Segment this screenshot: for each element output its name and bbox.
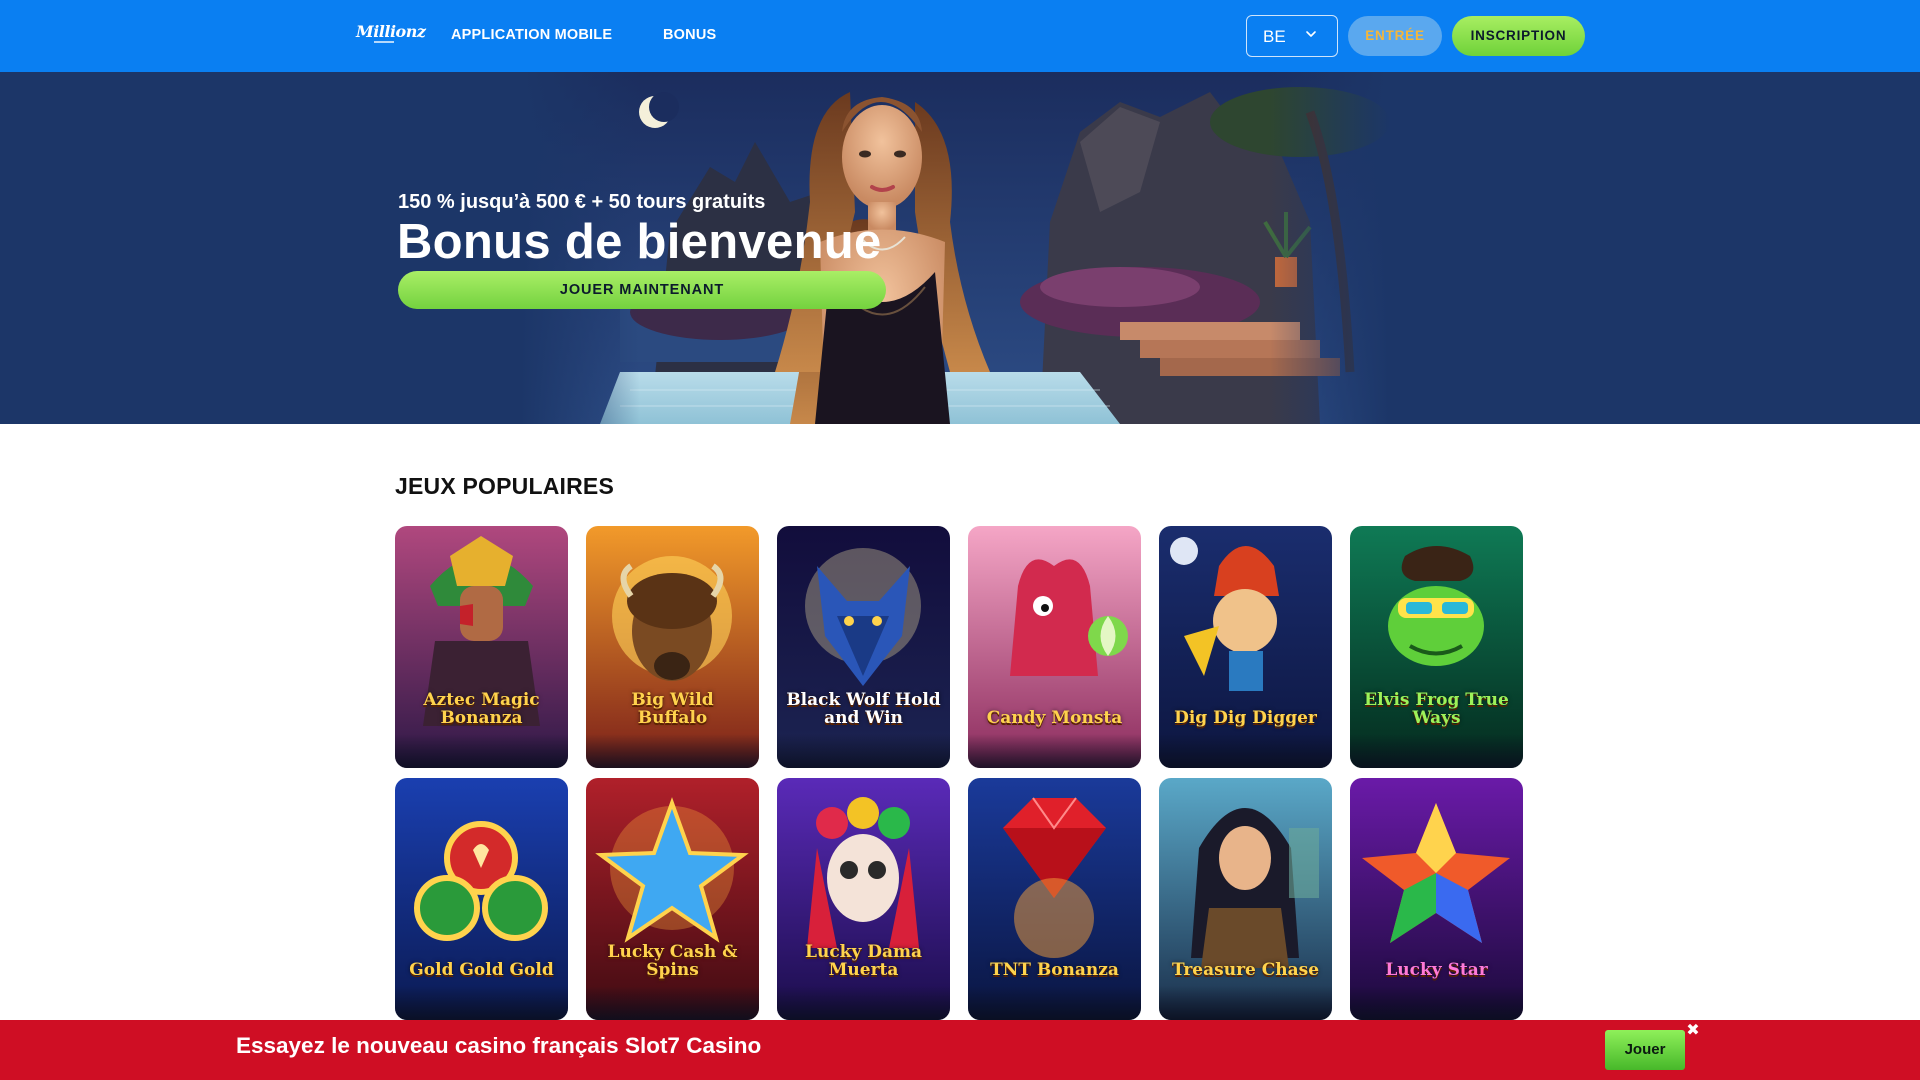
tile-shade: [1350, 986, 1523, 1020]
logo[interactable]: Millionz: [356, 22, 426, 48]
login-button[interactable]: ENTRÉE: [1348, 16, 1442, 56]
game-title: Lucky Cash & Spins: [607, 942, 738, 981]
candy-monster-icon: [968, 526, 1141, 768]
language-select[interactable]: BE: [1246, 15, 1338, 57]
tile-shade: [395, 734, 568, 768]
frog-icon: [1350, 526, 1523, 768]
promo-bar: Essayez le nouveau casino français Slot7…: [0, 1020, 1920, 1080]
logo-text: Millionz: [356, 22, 426, 41]
register-button[interactable]: INSCRIPTION: [1452, 16, 1585, 56]
game-title: Big Wild Buffalo: [631, 690, 714, 729]
hero-fade-right: [1270, 72, 1390, 424]
hero-title: Bonus de bienvenue: [397, 215, 882, 269]
sugar-skull-lady-icon: [777, 778, 950, 1020]
diamond-icon: [968, 778, 1141, 1020]
promo-text: Essayez le nouveau casino français Slot7…: [236, 1033, 762, 1058]
game-title: Lucky Dama Muerta: [805, 942, 922, 981]
game-tile-dig-dig-digger[interactable]: Dig Dig Digger: [1159, 526, 1332, 768]
game-tile-elvis-frog[interactable]: Elvis Frog True Ways: [1350, 526, 1523, 768]
adventurer-icon: [1159, 778, 1332, 1020]
site-header: Millionz APPLICATION MOBILE BONUS BE ENT…: [0, 0, 1920, 72]
game-tile-lucky-star[interactable]: Lucky Star: [1350, 778, 1523, 1020]
nav-bonus[interactable]: BONUS: [663, 27, 716, 43]
game-title: Treasure Chase: [1171, 960, 1320, 981]
tile-shade: [586, 986, 759, 1020]
games-grid: Aztec Magic Bonanza Big Wild Buffalo Bla…: [395, 526, 1525, 1020]
game-title: Black Wolf Hold and Win: [786, 690, 941, 729]
hero-subtitle: 150 % jusqu’à 500 € + 50 tours gratuits: [398, 191, 766, 213]
game-title: Dig Dig Digger: [1174, 708, 1317, 729]
game-title: Lucky Star: [1385, 960, 1488, 981]
tile-shade: [395, 986, 568, 1020]
nav-mobile-app[interactable]: APPLICATION MOBILE: [451, 27, 612, 43]
buffalo-icon: [586, 526, 759, 768]
chevron-down-icon: [1306, 31, 1316, 37]
star-icon: [586, 778, 759, 1020]
digger-character-icon: [1159, 526, 1332, 768]
game-tile-candy-monsta[interactable]: Candy Monsta: [968, 526, 1141, 768]
tile-shade: [777, 734, 950, 768]
logo-underline: [374, 41, 394, 43]
tile-shade: [968, 986, 1141, 1020]
game-tile-treasure-chase[interactable]: Treasure Chase: [1159, 778, 1332, 1020]
close-icon[interactable]: ✖: [1686, 1023, 1700, 1039]
tile-shade: [777, 986, 950, 1020]
play-now-button[interactable]: JOUER MAINTENANT: [398, 271, 886, 309]
wolf-icon: [777, 526, 950, 768]
tile-shade: [586, 734, 759, 768]
game-title: Candy Monsta: [986, 708, 1123, 729]
game-title: Elvis Frog True Ways: [1364, 690, 1509, 729]
game-tile-gold-gold-gold[interactable]: Gold Gold Gold: [395, 778, 568, 1020]
game-tile-lucky-dama-muerta[interactable]: Lucky Dama Muerta: [777, 778, 950, 1020]
gem-star-icon: [1350, 778, 1523, 1020]
game-title: Aztec Magic Bonanza: [423, 690, 540, 729]
tile-shade: [1159, 986, 1332, 1020]
game-title: TNT Bonanza: [990, 960, 1119, 981]
poker-chips-icon: [395, 778, 568, 1020]
promo-play-button[interactable]: Jouer: [1605, 1030, 1685, 1070]
game-tile-big-wild-buffalo[interactable]: Big Wild Buffalo: [586, 526, 759, 768]
hero-banner: 150 % jusqu’à 500 € + 50 tours gratuits …: [0, 72, 1920, 424]
language-value: BE: [1263, 27, 1286, 46]
tile-shade: [1159, 734, 1332, 768]
popular-games-title: JEUX POPULAIRES: [395, 473, 614, 499]
tile-shade: [1350, 734, 1523, 768]
game-tile-black-wolf[interactable]: Black Wolf Hold and Win: [777, 526, 950, 768]
game-tile-lucky-cash-spins[interactable]: Lucky Cash & Spins: [586, 778, 759, 1020]
aztec-warrior-icon: [395, 526, 568, 768]
game-tile-tnt-bonanza[interactable]: TNT Bonanza: [968, 778, 1141, 1020]
game-title: Gold Gold Gold: [409, 960, 554, 981]
tile-shade: [968, 734, 1141, 768]
game-tile-aztec-magic-bonanza[interactable]: Aztec Magic Bonanza: [395, 526, 568, 768]
